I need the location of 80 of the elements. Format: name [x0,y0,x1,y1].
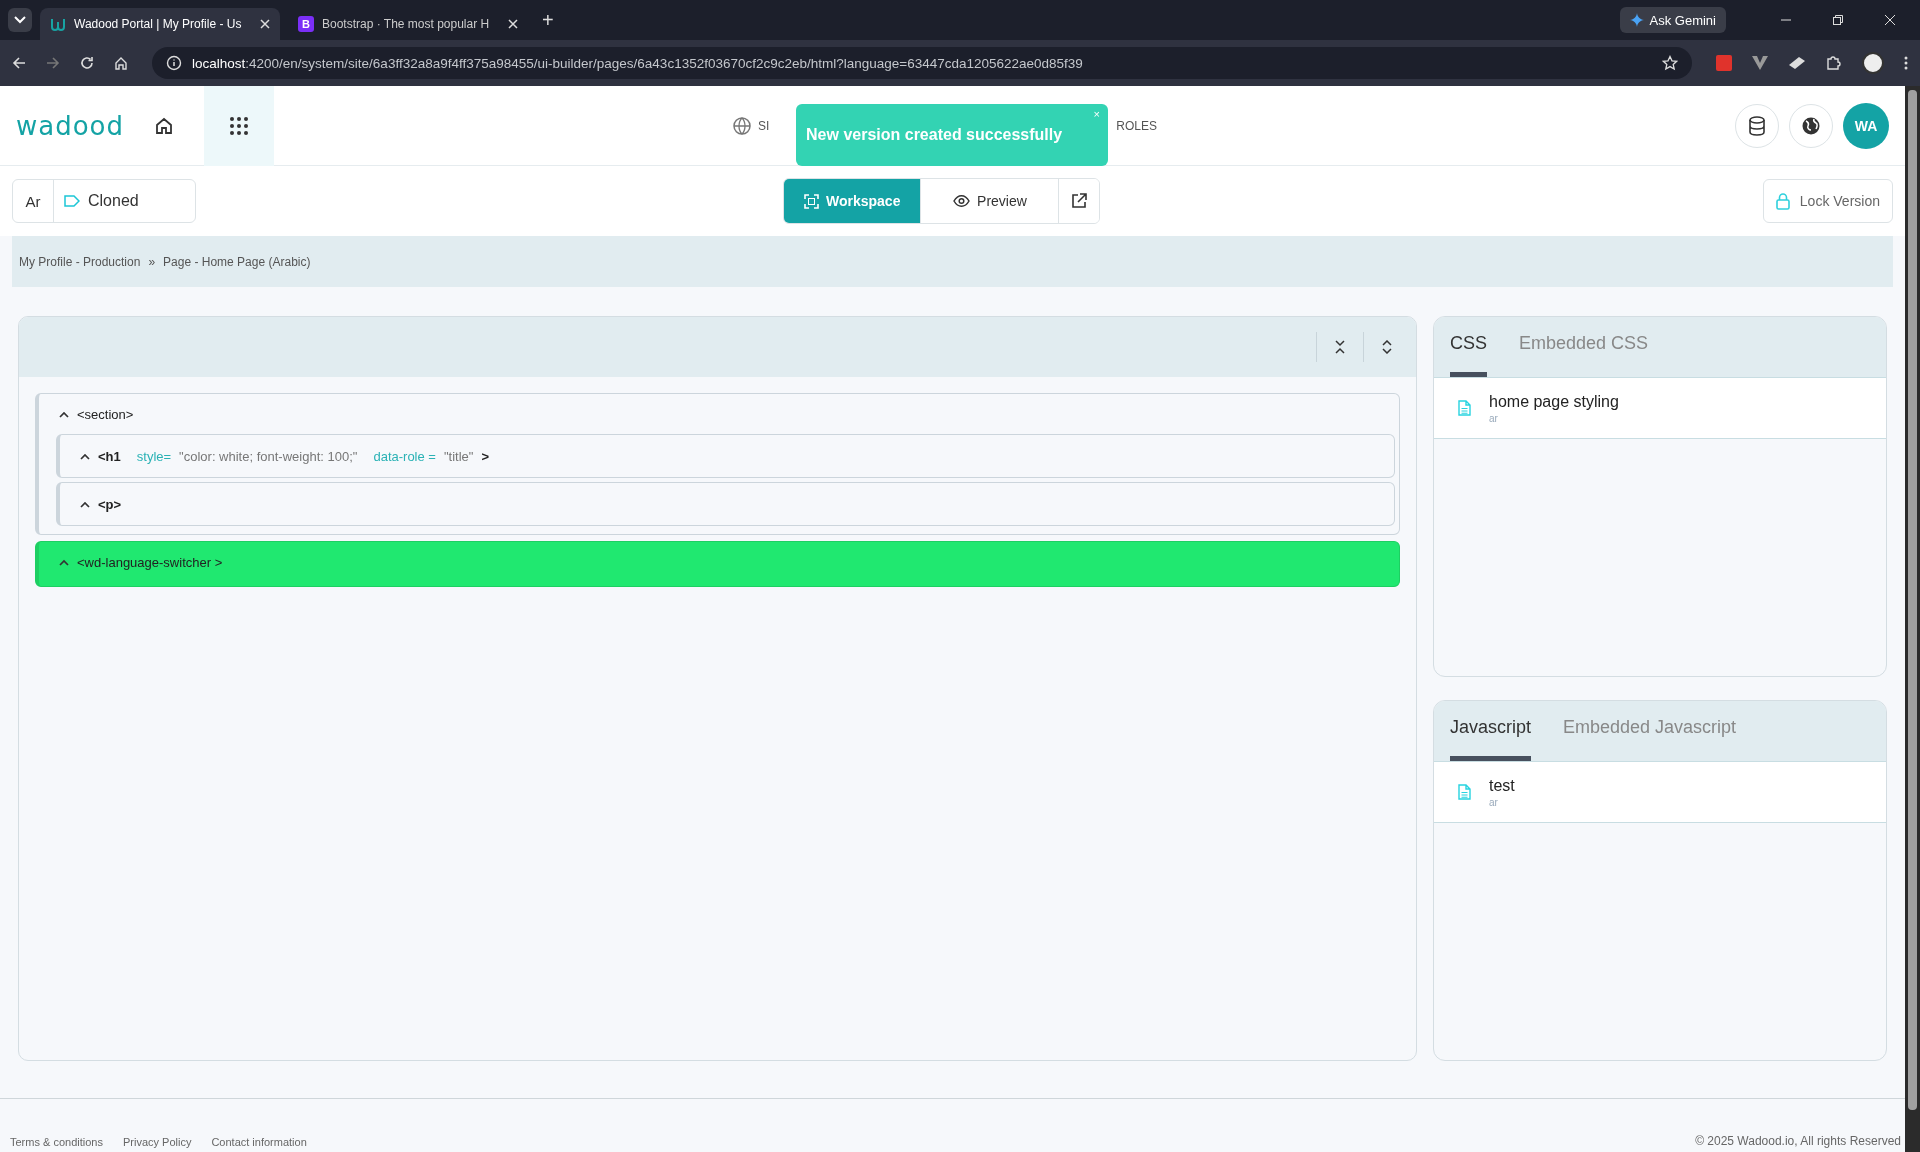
tree-node[interactable]: <h1 style= "color: white; font-weight: 100;" data-role = "title" > [56,434,1395,478]
tag-label: <h1 [98,448,121,464]
file-language: ar [1489,412,1499,424]
globe-icon [1801,115,1821,136]
globe-button[interactable] [1789,103,1833,148]
footer-link[interactable]: Contact information [211,1136,307,1148]
close-icon[interactable] [260,19,270,29]
tree-node[interactable]: <p> [56,482,1395,526]
close-icon[interactable] [508,19,518,29]
status-label: Cloned [54,180,139,222]
forward-icon[interactable] [46,56,60,70]
home-icon[interactable] [114,56,128,70]
language-label[interactable]: Ar [13,180,54,222]
tab-title: Wadood Portal | My Profile - Us [74,17,243,31]
collapse-all-icon[interactable] [1335,340,1345,354]
database-icon [1748,115,1766,136]
info-icon [166,55,182,71]
attribute-value: "color: white; font-weight: 100;" [179,448,358,464]
close-icon[interactable] [1884,14,1896,26]
tree-node[interactable]: <wd-language-switcher > [35,541,1400,587]
lock-version-button[interactable]: Lock Version [1762,179,1893,223]
caret-icon[interactable] [59,558,69,566]
expand-all-icon[interactable] [1382,340,1392,354]
copyright-text: © 2025 Wadood.io, All rights Reserved [1695,1134,1901,1148]
scrollbar[interactable] [1905,86,1920,1152]
file-name: home page styling [1489,392,1619,411]
lock-icon [1775,192,1790,210]
tag-icon[interactable] [1788,56,1806,70]
external-link-icon [1071,193,1088,209]
reload-icon[interactable] [80,56,94,70]
back-icon[interactable] [12,56,26,70]
ask-gemini-button[interactable]: Ask Gemini [1619,7,1726,33]
globe-icon [732,115,753,136]
puzzle-icon[interactable] [1826,55,1842,71]
tree-node[interactable]: <section> <h1 style= "color: white; font-weight: 100;" data-role = "title" > <p> [35,393,1400,535]
tag-label: <p> [98,496,122,512]
apps-button[interactable] [204,85,275,166]
tag-end: > [481,448,489,464]
file-item[interactable]: test ar [1434,762,1886,823]
caret-icon[interactable] [59,410,69,418]
grid-icon [229,115,250,136]
star-icon[interactable] [1662,55,1678,71]
attribute-name: style= [136,448,172,464]
footer-link[interactable]: Privacy Policy [122,1136,192,1148]
breadcrumb-separator: » [148,254,156,269]
file-item[interactable]: home page styling ar [1434,378,1886,439]
database-button[interactable] [1735,103,1779,148]
nav-item[interactable]: SI [732,115,770,136]
caret-icon[interactable] [80,500,90,508]
file-name: test [1489,776,1515,795]
breadcrumb-link[interactable]: My Profile - Production [19,254,141,269]
more-icon[interactable] [1904,56,1908,70]
address-field[interactable]: localhost:4200/en/system/site/6a3ff32a8a9f4ff375a98455/ui-builder/pages/6a43c1352f03670cf2c9c2eb/html?language=63447cda1205622ae0d85f39 [152,47,1692,79]
sparkle-icon [1629,13,1644,27]
toast-message: New version created successfully [806,125,1063,144]
footer-link[interactable]: Terms & conditions [10,1136,103,1148]
document-icon [1458,784,1471,800]
profile-avatar-icon[interactable] [1862,52,1884,74]
document-icon [1458,400,1471,416]
label-icon [64,194,80,208]
file-language: ar [1489,796,1499,808]
wadood-logo-icon [50,17,66,31]
browser-tab[interactable]: B Bootstrap · The most popular H [288,8,528,40]
tab-title: Bootstrap · The most popular H [322,17,491,31]
home-icon[interactable] [154,115,175,136]
attribute-value: "title" [443,448,474,464]
browser-tab[interactable]: Wadood Portal | My Profile - Us [40,8,280,40]
breadcrumb-link[interactable]: Page - Home Page (Arabic) [163,254,311,269]
attribute-name: data-role = [373,448,436,464]
new-tab-button[interactable]: + [536,8,560,32]
chevron-down-icon [14,16,26,24]
tab-search-button[interactable] [8,8,32,32]
caret-icon[interactable] [80,452,90,460]
restore-icon[interactable] [1832,14,1844,26]
tag-label: <wd-language-switcher > [77,554,223,570]
v-shape-icon[interactable] [1752,56,1768,70]
tag-label: <section> [77,406,134,422]
eye-icon [953,195,971,207]
bootstrap-logo-icon: B [298,16,314,32]
focus-frame-icon [804,193,819,209]
